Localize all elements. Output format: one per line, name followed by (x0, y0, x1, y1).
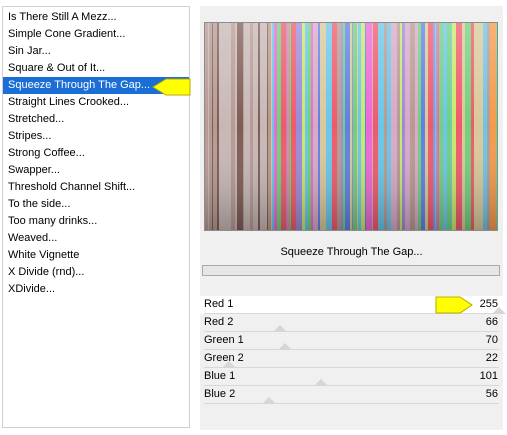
slider-thumb[interactable] (278, 343, 293, 350)
param-slider-row[interactable]: Green 2 22 (200, 350, 503, 368)
filter-item[interactable]: To the side... (3, 196, 189, 213)
filter-item[interactable]: Stripes... (3, 128, 189, 145)
filter-item[interactable]: Is There Still A Mezz... (3, 9, 189, 26)
yellow-pointer-arrow-icon (152, 78, 191, 96)
filter-item[interactable]: Weaved... (3, 230, 189, 247)
filter-item[interactable]: Swapper... (3, 162, 189, 179)
param-value: 22 (485, 352, 498, 364)
param-label: Blue 1 (204, 370, 236, 382)
filter-item[interactable]: X Divide (rnd)... (3, 264, 189, 281)
preview-shading (205, 23, 497, 230)
slider-thumb[interactable] (222, 361, 237, 368)
filter-item[interactable]: White Vignette (3, 247, 189, 264)
param-value: 56 (485, 388, 498, 400)
filter-list[interactable]: Is There Still A Mezz... Simple Cone Grad… (2, 6, 190, 428)
filter-title: Squeeze Through The Gap... (280, 246, 423, 258)
filter-item[interactable]: Simple Cone Gradient... (3, 26, 189, 43)
filter-item[interactable]: Sin Jar... (3, 43, 189, 60)
param-slider-row[interactable]: Blue 1 101 (200, 368, 503, 386)
yellow-pointer-arrow-icon (435, 296, 473, 314)
filter-item[interactable]: Threshold Channel Shift... (3, 179, 189, 196)
param-slider-row[interactable]: Blue 2 56 (200, 386, 503, 404)
filter-item[interactable]: Strong Coffee... (3, 145, 189, 162)
slider-thumb[interactable] (313, 379, 328, 386)
filter-settings-panel: Squeeze Through The Gap... Red 1 255 Red 2… (200, 6, 506, 430)
filter-item[interactable]: Too many drinks... (3, 213, 189, 230)
preview-image (205, 23, 497, 230)
filter-item[interactable]: Stretched... (3, 111, 189, 128)
progress-bar (202, 265, 500, 276)
param-slider-row[interactable]: Red 2 66 (200, 314, 503, 332)
filter-item[interactable]: Square & Out of It... (3, 60, 189, 77)
param-label: Green 1 (204, 334, 244, 346)
param-value: 66 (485, 316, 498, 328)
param-label: Red 2 (204, 316, 234, 328)
slider-track[interactable] (204, 403, 499, 404)
param-value: 70 (485, 334, 498, 346)
filter-preview (204, 22, 498, 231)
param-label: Red 1 (204, 298, 234, 310)
param-slider-row[interactable]: Green 1 70 (200, 332, 503, 350)
filter-item[interactable]: XDivide... (3, 281, 189, 298)
slider-thumb[interactable] (492, 307, 506, 314)
slider-thumb[interactable] (273, 325, 288, 332)
param-label: Blue 2 (204, 388, 236, 400)
param-value: 101 (479, 370, 498, 382)
slider-thumb[interactable] (261, 397, 276, 404)
